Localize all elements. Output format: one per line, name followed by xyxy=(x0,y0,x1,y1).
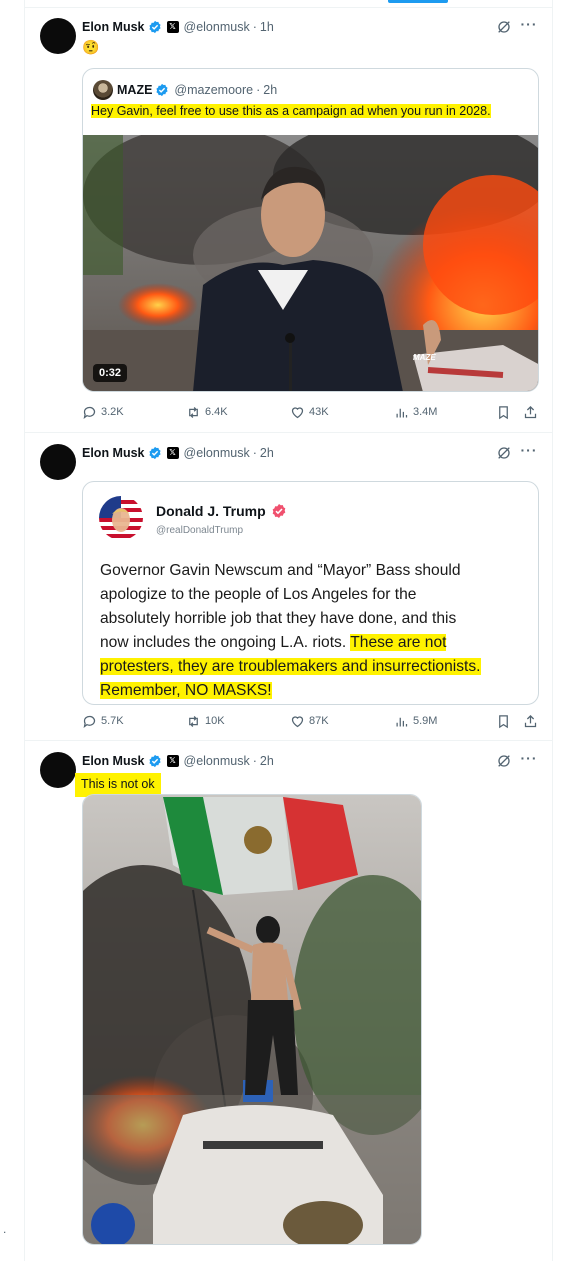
views-icon xyxy=(396,717,408,726)
views-count: 5.9M xyxy=(413,715,438,727)
timestamp[interactable]: 1h xyxy=(260,20,274,34)
like-count: 87K xyxy=(309,715,329,727)
divider xyxy=(25,740,552,741)
active-tab-indicator xyxy=(388,0,448,3)
video-frame xyxy=(83,135,538,391)
bookmark-button[interactable] xyxy=(496,403,511,421)
verified-badge-icon xyxy=(156,83,168,97)
timestamp[interactable]: 2h xyxy=(260,446,274,460)
bookmark-icon xyxy=(499,405,508,419)
views-button[interactable]: 3.4M xyxy=(394,403,437,421)
quote-author-handle: @mazemoore xyxy=(174,83,254,97)
trump-avatar xyxy=(99,496,143,540)
reply-count: 5.7K xyxy=(101,715,124,727)
views-count: 3.4M xyxy=(413,406,438,418)
verified-badge-icon xyxy=(148,446,161,460)
author-handle[interactable]: @elonmusk xyxy=(184,20,250,34)
more-icon[interactable]: ··· xyxy=(520,443,538,462)
trump-display-name: Donald J. Trump xyxy=(156,503,287,519)
avatar[interactable] xyxy=(40,18,76,54)
tweet-text: 🤨 xyxy=(82,39,100,55)
author-handle[interactable]: @elonmusk xyxy=(184,754,250,768)
trump-handle: @realDonaldTrump xyxy=(156,525,244,536)
x-logo-icon[interactable]: 𝕏 xyxy=(166,447,179,459)
action-bar: 5.7K 10K 87K 5.9M xyxy=(82,712,542,730)
tweet-header: Elon Musk 𝕏 @elonmusk · 1h xyxy=(82,20,274,34)
author-name[interactable]: Elon Musk xyxy=(82,446,145,460)
author-name[interactable]: Elon Musk xyxy=(82,20,145,34)
tweet-1[interactable]: Elon Musk 𝕏 @elonmusk · 1h ··· 🤨 MAZE @m… xyxy=(25,17,552,430)
quote-timestamp: 2h xyxy=(263,83,278,97)
timestamp[interactable]: 2h xyxy=(260,754,274,768)
more-icon[interactable]: ··· xyxy=(520,751,538,770)
verified-badge-icon xyxy=(148,20,161,34)
repost-button[interactable]: 6.4K xyxy=(186,403,228,421)
x-logo-icon[interactable]: 𝕏 xyxy=(166,755,179,767)
tweet-header: Elon Musk 𝕏 @elonmusk · 2h xyxy=(82,446,274,460)
grok-icon[interactable] xyxy=(496,445,512,461)
quote-avatar xyxy=(93,80,113,100)
repost-count: 6.4K xyxy=(205,406,228,418)
bookmark-button[interactable] xyxy=(496,712,511,730)
reply-icon xyxy=(83,406,96,419)
author-name[interactable]: Elon Musk xyxy=(82,754,145,768)
repost-icon xyxy=(189,715,198,727)
timeline: . Elon Musk 𝕏 @elonmusk · 1h ··· 🤨 MAZE … xyxy=(0,0,567,1261)
trump-verified-icon xyxy=(272,504,286,518)
photo-image xyxy=(83,795,421,1244)
quote-author-name: MAZE xyxy=(117,83,153,97)
trump-post-text: Governor Gavin Newscum and “Mayor” Bass … xyxy=(100,562,481,699)
divider xyxy=(25,432,552,433)
like-button[interactable]: 87K xyxy=(290,712,329,730)
like-icon xyxy=(291,715,304,727)
like-button[interactable]: 43K xyxy=(290,403,329,421)
stray-mark: . xyxy=(3,1222,7,1236)
video-watermark: MAZE xyxy=(413,353,436,362)
timeline-border-right xyxy=(552,0,553,1261)
share-icon xyxy=(524,405,537,418)
video-player[interactable]: 0:32 MAZE xyxy=(83,135,538,391)
avatar[interactable] xyxy=(40,444,76,480)
share-button[interactable] xyxy=(523,403,538,421)
share-button[interactable] xyxy=(523,712,538,730)
like-icon xyxy=(291,406,304,418)
divider xyxy=(25,7,552,8)
more-icon[interactable]: ··· xyxy=(520,17,538,36)
verified-badge-icon xyxy=(148,754,161,768)
tweet-2[interactable]: Elon Musk 𝕏 @elonmusk · 2h ··· Donald J.… xyxy=(25,443,552,734)
action-bar: 3.2K 6.4K 43K 3.4M xyxy=(82,403,542,421)
views-icon xyxy=(396,408,408,417)
tweet-header: Elon Musk 𝕏 @elonmusk · 2h xyxy=(82,754,274,768)
x-logo-icon[interactable]: 𝕏 xyxy=(166,21,179,33)
truth-social-screenshot[interactable]: Donald J. Trump @realDonaldTrump Governo… xyxy=(82,481,539,705)
reply-icon xyxy=(83,715,96,728)
avatar[interactable] xyxy=(40,752,76,788)
repost-button[interactable]: 10K xyxy=(186,712,225,730)
author-handle[interactable]: @elonmusk xyxy=(184,446,250,460)
views-button[interactable]: 5.9M xyxy=(394,712,437,730)
grok-icon[interactable] xyxy=(496,19,512,35)
grok-icon[interactable] xyxy=(496,753,512,769)
video-duration: 0:32 xyxy=(93,364,128,382)
repost-icon xyxy=(189,406,198,418)
photo[interactable] xyxy=(82,794,422,1245)
tweet-3[interactable]: Elon Musk 𝕏 @elonmusk · 2h ··· This is n… xyxy=(25,751,552,1257)
repost-count: 10K xyxy=(205,715,225,727)
reply-button[interactable]: 3.2K xyxy=(82,403,124,421)
quote-text: Hey Gavin, feel free to use this as a ca… xyxy=(91,104,491,118)
share-icon xyxy=(524,714,537,727)
like-count: 43K xyxy=(309,406,329,418)
quoted-tweet[interactable]: MAZE @mazemoore · 2h Hey Gavin, feel fre… xyxy=(82,68,539,392)
bookmark-icon xyxy=(499,714,508,728)
quote-header: MAZE @mazemoore · 2h xyxy=(93,80,278,100)
reply-button[interactable]: 5.7K xyxy=(82,712,124,730)
reply-count: 3.2K xyxy=(101,406,124,418)
